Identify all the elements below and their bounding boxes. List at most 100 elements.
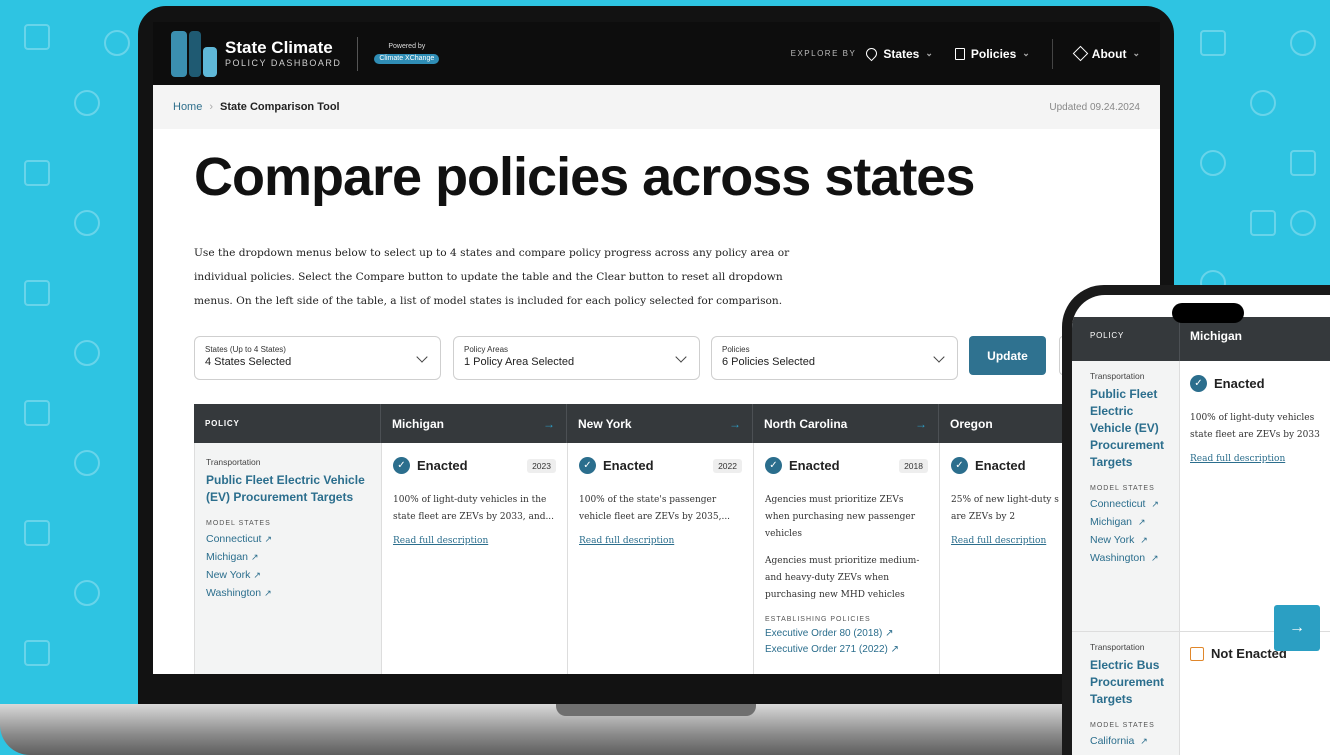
read-full-description-link[interactable]: Read full description xyxy=(579,536,742,546)
phone-policy-cell: Transportation Public Fleet Electric Veh… xyxy=(1072,361,1180,631)
model-state-name: Washington xyxy=(206,587,262,599)
model-states-label: MODEL STATES xyxy=(1090,722,1155,729)
model-state-name: New York xyxy=(1090,534,1135,546)
phone-dynamic-island xyxy=(1172,303,1244,323)
logo-subtitle: POLICY DASHBOARD xyxy=(225,58,342,68)
policy-category: Transportation xyxy=(1090,642,1145,652)
model-state-link[interactable]: New York ↗ xyxy=(206,569,370,581)
external-link-icon: ↗ xyxy=(264,534,272,544)
external-link-icon: ↗ xyxy=(1140,736,1148,746)
states-dropdown-value: 4 States Selected xyxy=(205,356,292,368)
model-state-link[interactable]: California ↗ xyxy=(1090,735,1171,747)
logo[interactable]: State Climate POLICY DASHBOARD xyxy=(225,39,341,68)
model-state-name: Connecticut xyxy=(206,533,262,545)
powered-by[interactable]: Powered by Climate XChange xyxy=(374,43,440,64)
model-state-link[interactable]: Connecticut ↗ xyxy=(1090,498,1171,510)
phone-state-cell: ✓ Enacted 100% of light-duty vehicles st… xyxy=(1180,361,1330,631)
status-label: Enacted xyxy=(417,458,468,473)
policy-cell: Transportation Public Fleet Electric Veh… xyxy=(195,443,382,674)
state-cell-north-carolina: ✓ Enacted 2018 Agencies must prioritize … xyxy=(754,443,940,674)
model-state-link[interactable]: Michigan ↗ xyxy=(206,551,370,563)
year-badge: 2022 xyxy=(713,458,742,473)
column-header-label: North Carolina xyxy=(764,416,848,431)
intro-text: Use the dropdown menus below to select u… xyxy=(194,247,790,307)
external-link-icon: ↗ xyxy=(1150,553,1159,563)
establishing-policy-link[interactable]: Executive Order 271 (2022) ↗ xyxy=(765,644,928,655)
policy-name-link[interactable]: Public Fleet Electric Vehicle (EV) Procu… xyxy=(1090,386,1171,471)
policy-name-link[interactable]: Public Fleet Electric Vehicle (EV) Procu… xyxy=(206,472,370,506)
external-link-icon: ↗ xyxy=(253,570,261,580)
arrow-right-icon[interactable]: → xyxy=(729,417,741,431)
check-circle-icon: ✓ xyxy=(1190,375,1207,392)
external-link-icon: ↗ xyxy=(264,588,272,598)
policy-name-link[interactable]: Electric Bus Procurement Targets xyxy=(1090,657,1171,708)
policies-dropdown[interactable]: Policies 6 Policies Selected xyxy=(711,336,958,380)
update-button[interactable]: Update xyxy=(969,336,1046,375)
nav-policies[interactable]: Policies ⌄ xyxy=(954,46,1030,61)
external-link-icon: ↗ xyxy=(885,628,894,639)
state-cell-michigan: ✓ Enacted 2023 100% of light-duty vehicl… xyxy=(382,443,568,674)
column-header-michigan[interactable]: Michigan → xyxy=(381,404,567,443)
policy-areas-dropdown[interactable]: Policy Areas 1 Policy Area Selected xyxy=(453,336,700,380)
status-label: Enacted xyxy=(603,458,654,473)
chevron-down-icon: ⌄ xyxy=(925,48,933,58)
nav-about[interactable]: About ⌄ xyxy=(1072,45,1140,62)
external-link-icon: ↗ xyxy=(1137,517,1146,527)
establishing-policy-link[interactable]: Executive Order 80 (2018) ↗ xyxy=(765,628,928,639)
year-badge: 2018 xyxy=(899,458,928,473)
model-state-name: California xyxy=(1090,735,1135,747)
check-circle-icon: ✓ xyxy=(951,457,968,474)
year-badge: 2023 xyxy=(527,458,556,473)
arrow-right-icon[interactable]: → xyxy=(915,417,927,431)
map-pin-icon xyxy=(864,45,880,62)
column-header-new-york[interactable]: New York → xyxy=(567,404,753,443)
comparison-table: POLICY Michigan → New York → North Carol… xyxy=(194,404,1160,674)
laptop-notch xyxy=(556,704,756,716)
status-label: Enacted xyxy=(789,458,840,473)
phone-policy-cell: Transportation Electric Bus Procurement … xyxy=(1072,632,1180,755)
nav-states-label: States xyxy=(883,46,920,61)
model-state-link[interactable]: Connecticut ↗ xyxy=(206,533,370,545)
phone-policy-header: POLICY xyxy=(1072,317,1180,361)
external-link-icon: ↗ xyxy=(1151,499,1159,509)
states-dropdown[interactable]: States (Up to 4 States) 4 States Selecte… xyxy=(194,336,441,380)
policy-areas-dropdown-label: Policy Areas xyxy=(464,345,509,354)
arrow-right-icon[interactable]: → xyxy=(543,417,555,431)
policy-description: 100% of light-duty vehicles in the state… xyxy=(393,495,555,522)
phone-frame: POLICY Michigan Transportation Public Fl… xyxy=(1062,285,1330,755)
model-states-label: MODEL STATES xyxy=(206,520,271,527)
model-state-link[interactable]: Michigan ↗ xyxy=(1090,516,1171,528)
nav-states[interactable]: States ⌄ xyxy=(864,45,933,62)
model-state-link[interactable]: Washington ↗ xyxy=(206,587,370,599)
powered-by-label: Powered by xyxy=(388,43,426,51)
policy-description-secondary: Agencies must prioritize medium- and hea… xyxy=(765,556,920,600)
phone-state-header[interactable]: Michigan xyxy=(1180,317,1330,361)
nav-separator xyxy=(1051,38,1053,69)
external-link-icon: ↗ xyxy=(890,644,900,655)
scroll-right-button[interactable]: → xyxy=(1274,605,1320,651)
policy-description: Agencies must prioritize ZEVs when purch… xyxy=(765,495,916,539)
read-full-description-link[interactable]: Read full description xyxy=(393,536,556,546)
column-header-label: New York xyxy=(578,416,632,431)
read-full-description-link[interactable]: Read full description xyxy=(1190,454,1330,464)
status-row: ✓ Enacted xyxy=(1190,375,1330,392)
chevron-down-icon: ⌄ xyxy=(1132,48,1140,58)
breadcrumb-separator: › xyxy=(209,101,214,113)
model-state-name: Michigan xyxy=(1090,516,1133,528)
establishing-policy-name: Executive Order 271 (2022) xyxy=(765,644,888,655)
logo-icon[interactable] xyxy=(171,30,217,77)
model-state-link[interactable]: New York ↗ xyxy=(1090,534,1171,546)
column-header-label: Oregon xyxy=(950,416,993,431)
status-row: ✓ Enacted 2018 xyxy=(765,457,928,474)
nav-about-label: About xyxy=(1091,46,1127,61)
column-header-north-carolina[interactable]: North Carolina → xyxy=(753,404,939,443)
breadcrumb-home[interactable]: Home xyxy=(173,101,202,113)
nav-policies-label: Policies xyxy=(970,46,1017,61)
establishing-policies-label: ESTABLISHING POLICIES xyxy=(765,616,871,623)
model-state-link[interactable]: Washington ↗ xyxy=(1090,552,1171,564)
status-label: Enacted xyxy=(975,458,1026,473)
table-header: POLICY Michigan → New York → North Carol… xyxy=(194,404,1160,443)
top-navigation: State Climate POLICY DASHBOARD Powered b… xyxy=(153,22,1160,85)
logo-title: State Climate xyxy=(225,38,333,57)
model-state-name: Washington xyxy=(1090,552,1146,564)
